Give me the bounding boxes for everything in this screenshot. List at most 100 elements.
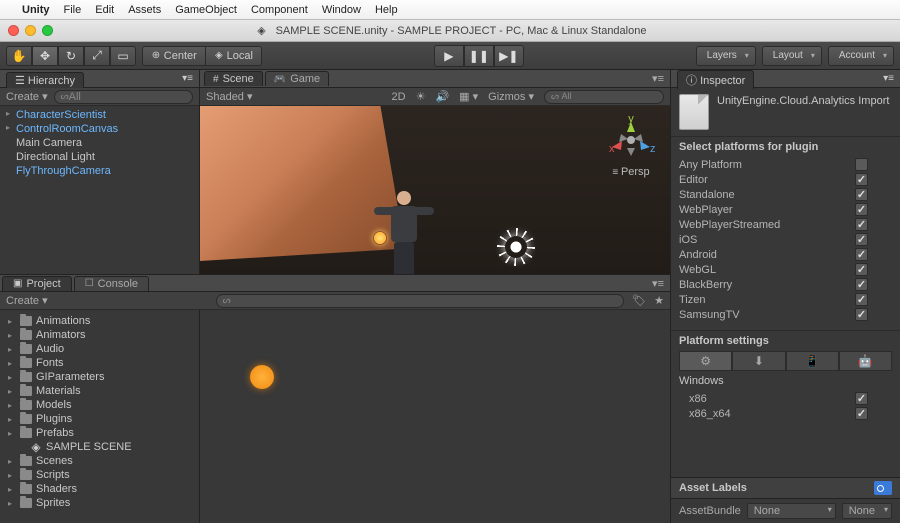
assetbundle-dropdown[interactable]: None (747, 503, 836, 519)
hierarchy-options[interactable]: ▾≡ (182, 73, 193, 84)
move-tool[interactable]: ✥ (32, 46, 58, 66)
account-dropdown[interactable]: Account (828, 46, 894, 66)
platform-row: Editor (679, 172, 892, 187)
platform-checkbox[interactable] (855, 173, 868, 186)
platform-checkbox[interactable] (855, 188, 868, 201)
platform-name: WebGL (679, 264, 855, 276)
folder-icon (20, 358, 32, 368)
light-flare-icon (373, 231, 387, 245)
project-folder[interactable]: Plugins (4, 412, 195, 426)
platform-tab-standalone[interactable]: ⬇ (732, 351, 785, 371)
inspector-options[interactable]: ▾≡ (883, 73, 894, 84)
menu-assets[interactable]: Assets (128, 4, 161, 16)
hierarchy-item[interactable]: Main Camera (4, 136, 195, 150)
project-tab[interactable]: ▣ Project (2, 276, 72, 291)
menu-component[interactable]: Component (251, 4, 308, 16)
folder-icon (20, 316, 32, 326)
rect-tool[interactable]: ▭ (110, 46, 136, 66)
project-create[interactable]: Create ▾ (6, 294, 48, 307)
rotate-tool[interactable]: ↻ (58, 46, 84, 66)
layout-dropdown[interactable]: Layout (762, 46, 822, 66)
pause-button[interactable]: ❚❚ (464, 45, 494, 67)
project-folder[interactable]: Materials (4, 384, 195, 398)
assetbundle-label: AssetBundle (679, 505, 741, 517)
arch-checkbox[interactable] (855, 392, 868, 405)
platform-name: BlackBerry (679, 279, 855, 291)
hierarchy-item[interactable]: FlyThroughCamera (4, 164, 195, 178)
project-folder[interactable]: Prefabs (4, 426, 195, 440)
platform-settings-tabs: ⚙ ⬇ 📱 🤖 (679, 351, 892, 371)
hierarchy-create[interactable]: Create ▾ (6, 90, 48, 103)
audio-toggle-icon[interactable]: 🔊 (435, 90, 449, 103)
menu-help[interactable]: Help (375, 4, 398, 16)
project-folder[interactable]: Shaders (4, 482, 195, 496)
hierarchy-item[interactable]: CharacterScientist (4, 108, 195, 122)
arch-row: x86 (679, 391, 892, 406)
search-save-icon[interactable]: ★ (654, 294, 664, 307)
game-tab[interactable]: 🎮 Game (265, 71, 329, 86)
platform-checkbox[interactable] (855, 263, 868, 276)
project-folder[interactable]: Scenes (4, 454, 195, 468)
hierarchy-item[interactable]: ControlRoomCanvas (4, 122, 195, 136)
perspective-label[interactable]: ≡ Persp (604, 166, 658, 178)
hierarchy-search[interactable]: ᔕ All (54, 90, 193, 104)
pivot-center-toggle[interactable]: ⊕ Center (142, 46, 205, 66)
play-button[interactable]: ▶ (434, 45, 464, 67)
light-toggle-icon[interactable]: ☀ (416, 90, 426, 103)
arch-name: x86_x64 (679, 408, 855, 420)
menu-file[interactable]: File (64, 4, 82, 16)
cursor-highlight-icon (250, 365, 274, 389)
layers-dropdown[interactable]: Layers (696, 46, 756, 66)
project-folder[interactable]: Models (4, 398, 195, 412)
hierarchy-item[interactable]: Directional Light (4, 150, 195, 164)
menu-edit[interactable]: Edit (95, 4, 114, 16)
step-button[interactable]: ▶❚ (494, 45, 524, 67)
platform-tab-ios[interactable]: 📱 (786, 351, 839, 371)
project-folder[interactable]: Audio (4, 342, 195, 356)
platform-tab-editor[interactable]: ⚙ (679, 351, 732, 371)
scene-tab[interactable]: # Scene (204, 71, 263, 86)
platform-checkbox[interactable] (855, 308, 868, 321)
platform-row: Tizen (679, 292, 892, 307)
inspector-tab[interactable]: ⓘ Inspector (677, 70, 754, 89)
hand-tool[interactable]: ✋ (6, 46, 32, 66)
assetbundle-variant-dropdown[interactable]: None (842, 503, 892, 519)
platform-checkbox[interactable] (855, 248, 868, 261)
project-folder[interactable]: Fonts (4, 356, 195, 370)
app-menu[interactable]: Unity (22, 4, 50, 16)
platform-checkbox[interactable] (855, 293, 868, 306)
project-folder[interactable]: Animators (4, 328, 195, 342)
project-scene-item[interactable]: ◈SAMPLE SCENE (4, 440, 195, 454)
menu-window[interactable]: Window (322, 4, 361, 16)
scale-tool[interactable]: ⤢ (84, 46, 110, 66)
platform-checkbox[interactable] (855, 218, 868, 231)
console-tab[interactable]: ☐ Console (74, 276, 149, 291)
orientation-gizmo[interactable]: y x z ≡ Persp (604, 114, 658, 178)
scene-search[interactable]: ᔕ All (544, 90, 664, 104)
platform-tab-android[interactable]: 🤖 (839, 351, 892, 371)
project-folder[interactable]: GIParameters (4, 370, 195, 384)
gizmos-dropdown[interactable]: Gizmos ▾ (488, 90, 534, 103)
project-folder[interactable]: Scripts (4, 468, 195, 482)
project-assets-view[interactable] (200, 310, 670, 523)
tag-icon[interactable] (874, 481, 892, 495)
menu-gameobject[interactable]: GameObject (175, 4, 237, 16)
arch-name: x86 (679, 393, 855, 405)
pivot-local-toggle[interactable]: ◈ Local (205, 46, 262, 66)
project-search[interactable]: ᔕ (216, 294, 625, 308)
asset-labels-section[interactable]: Asset Labels (671, 477, 900, 499)
platform-checkbox[interactable] (855, 158, 868, 171)
search-filter-icon[interactable]: 🏷 (632, 294, 646, 307)
arch-checkbox[interactable] (855, 407, 868, 420)
toggle-2d[interactable]: 2D (392, 91, 406, 103)
project-options[interactable]: ▾≡ (652, 277, 664, 290)
shading-mode[interactable]: Shaded ▾ (206, 90, 253, 103)
project-folder[interactable]: Sprites (4, 496, 195, 510)
platform-checkbox[interactable] (855, 233, 868, 246)
platform-checkbox[interactable] (855, 203, 868, 216)
project-folder[interactable]: Animations (4, 314, 195, 328)
platform-checkbox[interactable] (855, 278, 868, 291)
scene-options[interactable]: ▾≡ (652, 72, 664, 85)
fx-toggle-icon[interactable]: ▦ ▾ (459, 90, 478, 103)
hierarchy-tab[interactable]: ☰ Hierarchy (6, 72, 84, 88)
